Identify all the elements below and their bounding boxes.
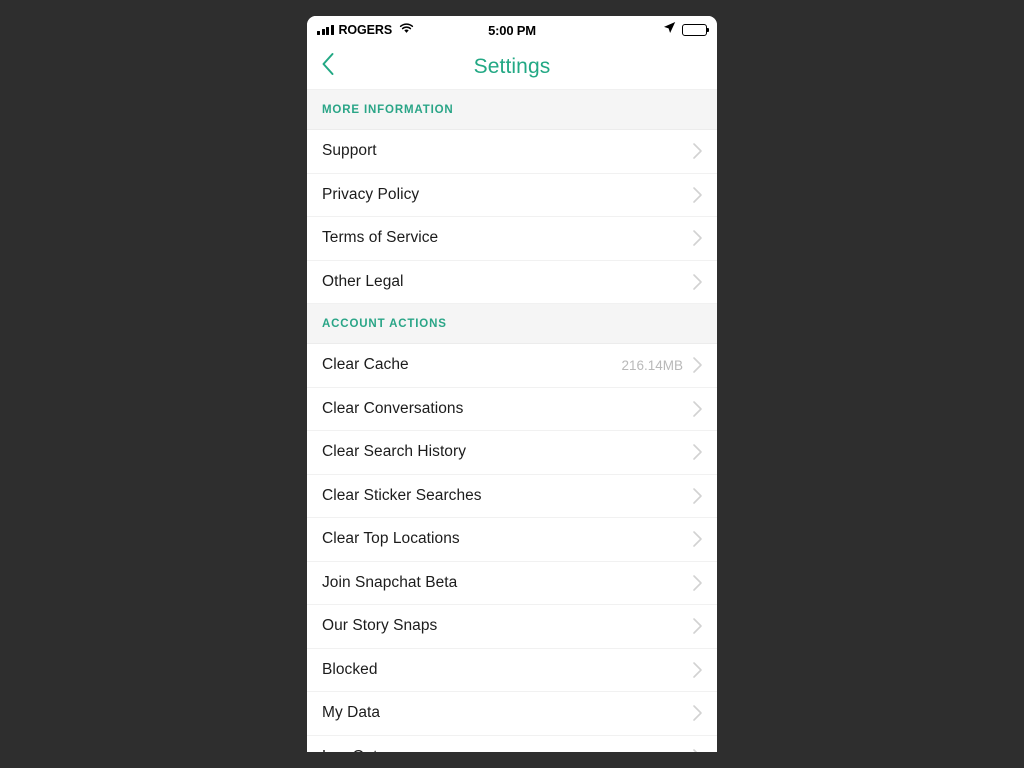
list-item-label: Clear Top Locations (322, 530, 460, 548)
chevron-right-icon (692, 443, 703, 461)
list-item-label: Clear Cache (322, 356, 409, 374)
list-item[interactable]: Support (307, 130, 717, 174)
list-item-label: My Data (322, 704, 381, 722)
phone-screen: ROGERS 5:00 PM Settings MORE INFORMATION… (307, 16, 717, 752)
status-bar-right (663, 21, 709, 39)
chevron-left-icon (320, 51, 336, 82)
section-header: MORE INFORMATION (307, 90, 717, 130)
page-title: Settings (473, 54, 551, 78)
list-item-label: Clear Search History (322, 443, 466, 461)
list-item[interactable]: My Data (307, 692, 717, 736)
status-bar: ROGERS 5:00 PM (307, 16, 717, 44)
list-item[interactable]: Clear Top Locations (307, 518, 717, 562)
chevron-right-icon (692, 186, 703, 204)
list-item-label: Support (322, 142, 377, 160)
list-item-label: Blocked (322, 660, 378, 678)
list-item[interactable]: Terms of Service (307, 217, 717, 261)
list-item-value: 216.14MB (621, 357, 683, 373)
chevron-right-icon (692, 574, 703, 592)
list-item-label: Our Story Snaps (322, 617, 438, 635)
chevron-right-icon (692, 704, 703, 722)
list-item-label: Other Legal (322, 272, 404, 290)
list-item-label: Privacy Policy (322, 185, 420, 203)
list-item-label: Clear Sticker Searches (322, 486, 482, 504)
chevron-right-icon (692, 487, 703, 505)
list-item[interactable]: Our Story Snaps (307, 605, 717, 649)
list-item[interactable]: Clear Conversations (307, 387, 717, 431)
list-item-label: Clear Conversations (322, 399, 464, 417)
list-item[interactable]: Clear Search History (307, 431, 717, 475)
list-item[interactable]: Blocked (307, 648, 717, 692)
chevron-right-icon (692, 229, 703, 247)
chevron-right-icon (692, 617, 703, 635)
chevron-right-icon (692, 356, 703, 374)
list-item[interactable]: Other Legal (307, 260, 717, 304)
status-bar-left: ROGERS (317, 21, 414, 39)
chevron-right-icon (692, 273, 703, 291)
list-item-label: Log Out (322, 748, 692, 752)
back-button[interactable] (320, 44, 358, 89)
list-item[interactable]: Privacy Policy (307, 173, 717, 217)
location-arrow-icon (663, 21, 676, 39)
signal-bars-icon (317, 25, 334, 35)
carrier-label: ROGERS (338, 23, 393, 37)
list-item[interactable]: Clear Cache 216.14MB (307, 344, 717, 388)
section-header-label: MORE INFORMATION (322, 103, 454, 116)
list-item-label: Terms of Service (322, 229, 439, 247)
list-item-label: Join Snapchat Beta (322, 573, 458, 591)
chevron-right-icon (692, 530, 703, 548)
chevron-right-icon (692, 748, 703, 752)
wifi-icon (399, 21, 414, 39)
settings-list[interactable]: MORE INFORMATION Support Privacy Policy Ter… (307, 90, 717, 752)
list-item[interactable]: Log Out (307, 735, 717, 752)
section-header-label: ACCOUNT ACTIONS (322, 317, 447, 330)
section-header: ACCOUNT ACTIONS (307, 304, 717, 344)
battery-icon (682, 24, 709, 36)
list-item[interactable]: Clear Sticker Searches (307, 474, 717, 518)
chevron-right-icon (692, 142, 703, 160)
chevron-right-icon (692, 661, 703, 679)
list-item[interactable]: Join Snapchat Beta (307, 561, 717, 605)
chevron-right-icon (692, 400, 703, 418)
navigation-header: Settings (307, 44, 717, 90)
